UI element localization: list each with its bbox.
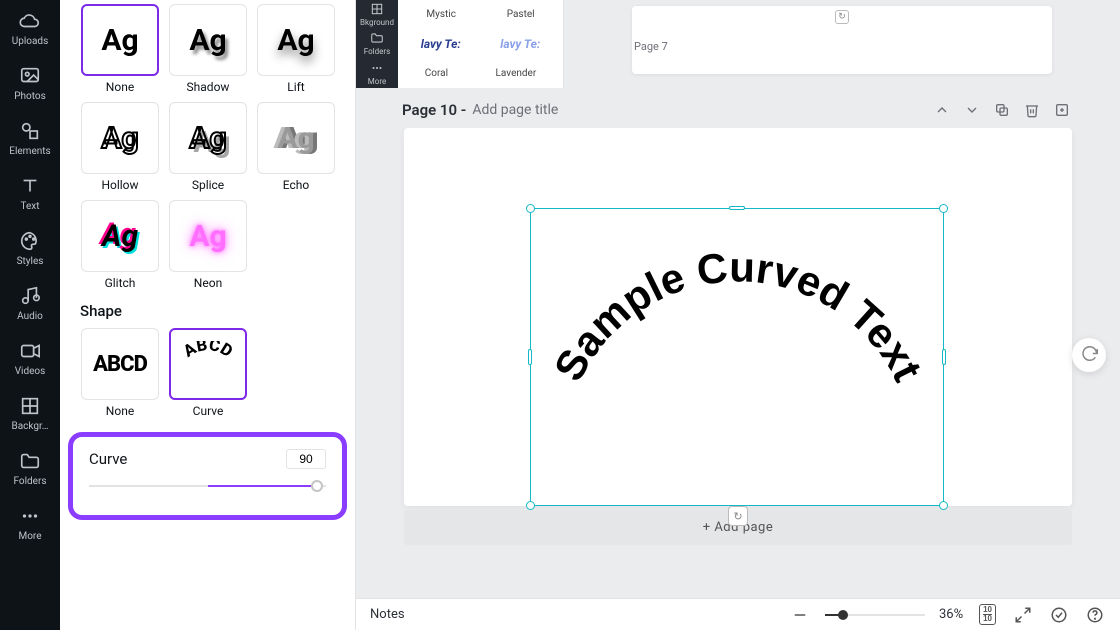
notes-toggle[interactable]: Notes: [370, 607, 405, 622]
effect-glitch[interactable]: AgGlitch: [80, 200, 160, 290]
side-rail: UploadsPhotosElementsTextStylesAudioVide…: [0, 0, 60, 630]
style-thumb-label[interactable]: Mystic: [426, 9, 456, 20]
rotate-handle-icon[interactable]: ↻: [728, 506, 748, 526]
page-canvas[interactable]: Sample Curved Text: [404, 128, 1072, 506]
curve-control-highlight: Curve: [68, 432, 347, 520]
rail-item-elements[interactable]: Elements: [0, 110, 60, 165]
curved-text-element[interactable]: Sample Curved Text: [528, 208, 948, 532]
style-thumb[interactable]: lavy Te:: [421, 37, 461, 51]
page-7-label: Page 7: [634, 40, 668, 53]
editor-area: BkgroundFoldersMore Mystic Pastel lavy T…: [356, 0, 1120, 630]
style-thumb[interactable]: lavy Te:: [500, 37, 540, 51]
effect-lift[interactable]: AgLift: [256, 4, 336, 94]
rail-item-folders[interactable]: Folders: [0, 440, 60, 495]
effect-splice[interactable]: AgSplice: [168, 102, 248, 192]
effect-none[interactable]: AgNone: [80, 4, 160, 94]
previous-mini-rail: BkgroundFoldersMore: [356, 0, 398, 88]
shape-curve[interactable]: ABCDCurve: [168, 328, 248, 418]
effect-shadow[interactable]: AgShadow: [168, 4, 248, 94]
curve-slider[interactable]: [89, 479, 326, 493]
zoom-out-button[interactable]: [789, 604, 811, 626]
mini-rail-item[interactable]: Bkground: [356, 0, 398, 29]
svg-text:Sample Curved Text: Sample Curved Text: [545, 243, 932, 388]
page-number: Page 10 -: [402, 101, 466, 119]
style-thumb-label[interactable]: Pastel: [507, 9, 535, 20]
curve-label: Curve: [89, 450, 127, 468]
collapse-up-button[interactable]: [930, 98, 954, 122]
rail-item-more[interactable]: More: [0, 495, 60, 550]
rail-item-uploads[interactable]: Uploads: [0, 0, 60, 55]
style-thumb-label[interactable]: Lavender: [496, 68, 537, 79]
rail-item-text[interactable]: Text: [0, 165, 60, 220]
effect-echo[interactable]: AgEcho: [256, 102, 336, 192]
shape-none[interactable]: ABCDNone: [80, 328, 160, 418]
add-page-button[interactable]: ↻ + Add page: [404, 510, 1072, 545]
rail-item-photos[interactable]: Photos: [0, 55, 60, 110]
effect-hollow[interactable]: AgHollow: [80, 102, 160, 192]
page-7-card[interactable]: ↻: [632, 6, 1052, 74]
help-button[interactable]: [1084, 604, 1106, 626]
regenerate-button[interactable]: [1072, 338, 1106, 372]
refresh-icon[interactable]: ↻: [835, 10, 849, 24]
rail-item-videos[interactable]: Videos: [0, 330, 60, 385]
zoom-slider[interactable]: [825, 610, 925, 620]
effect-neon[interactable]: AgNeon: [168, 200, 248, 290]
curve-value-input[interactable]: [286, 449, 326, 469]
shape-section-title: Shape: [80, 302, 335, 320]
delete-page-button[interactable]: [1020, 98, 1044, 122]
style-thumb-label[interactable]: Coral: [425, 68, 448, 79]
rail-item-styles[interactable]: Styles: [0, 220, 60, 275]
svg-text:ABCD: ABCD: [180, 341, 235, 362]
mini-rail-item[interactable]: More: [356, 59, 398, 88]
rail-item-backgr[interactable]: Backgr…: [0, 385, 60, 440]
fullscreen-button[interactable]: [1012, 604, 1034, 626]
effects-panel: AgNoneAgShadowAgLift AgHollowAgSpliceAgE…: [60, 0, 356, 630]
previous-pages-strip: BkgroundFoldersMore Mystic Pastel lavy T…: [356, 0, 1120, 88]
checklist-button[interactable]: [1048, 604, 1070, 626]
rail-item-audio[interactable]: Audio: [0, 275, 60, 330]
duplicate-page-button[interactable]: [990, 98, 1014, 122]
zoom-level[interactable]: 36%: [939, 607, 963, 622]
new-page-button[interactable]: [1050, 98, 1074, 122]
style-thumbnails: Mystic Pastel lavy Te: lavy Te: Coral La…: [398, 0, 564, 88]
bottom-bar: Notes 36% 1010: [356, 598, 1120, 630]
page-title-input[interactable]: Add page title: [472, 102, 558, 118]
mini-rail-item[interactable]: Folders: [356, 29, 398, 58]
page-counter[interactable]: 1010: [977, 602, 998, 627]
page-header: Page 10 - Add page title: [356, 88, 1120, 128]
collapse-down-button[interactable]: [960, 98, 984, 122]
